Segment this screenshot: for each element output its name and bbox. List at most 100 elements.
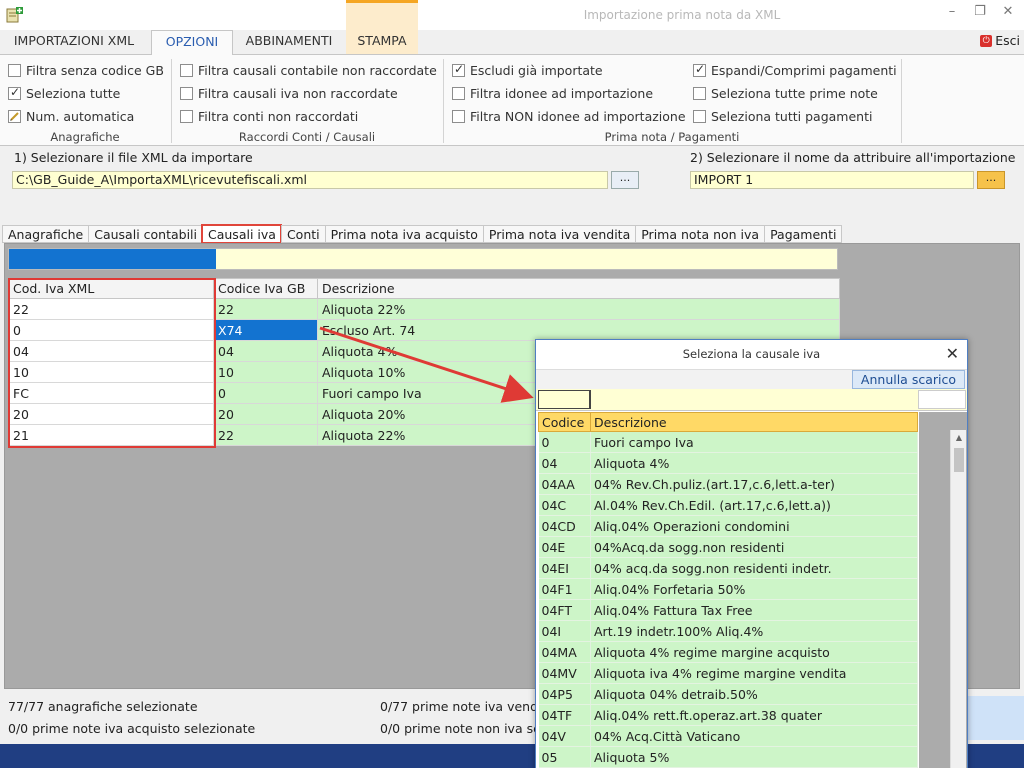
codice-cell[interactable]: 04AA — [538, 473, 591, 495]
codice-iva-gb-cell[interactable]: 22 — [213, 298, 318, 320]
codice-cell[interactable]: 04TF — [538, 704, 591, 726]
filtra-idonee-checkbox[interactable]: Filtra idonee ad importazione — [452, 86, 653, 101]
descrizione-cell[interactable]: Art.19 indetr.100% Aliq.4% — [590, 620, 918, 642]
tab-abbinamenti[interactable]: ABBINAMENTI — [240, 30, 338, 54]
list-item[interactable]: 04MV Aliquota iva 4% regime margine vendi… — [538, 662, 918, 684]
descrizione-cell[interactable]: Fuori campo Iva — [590, 431, 918, 453]
list-item[interactable]: 05 Aliquota 5% — [538, 746, 918, 768]
list-item[interactable]: 04 Aliquota 4% — [538, 452, 918, 474]
list-item[interactable]: 04F1 Aliq.04% Forfetaria 50% — [538, 578, 918, 600]
descrizione-cell[interactable]: Aliq.04% Fattura Tax Free — [590, 599, 918, 621]
annulla-scarico-button[interactable]: Annulla scarico — [851, 370, 965, 389]
descrizione-cell[interactable]: Aliquota 04% detraib.50% — [590, 683, 918, 705]
restore-button[interactable]: ❐ — [970, 4, 990, 22]
filtra-causali-iva-checkbox[interactable]: Filtra causali iva non raccordate — [180, 86, 398, 101]
num-automatica-checkbox[interactable]: Num. automatica — [8, 109, 134, 124]
list-item[interactable]: 0 Fuori campo Iva — [538, 431, 918, 453]
descrizione-cell[interactable]: 04% acq.da sogg.non residenti indetr. — [590, 557, 918, 579]
column-header[interactable]: Codice — [538, 412, 591, 432]
column-header[interactable]: Codice Iva GB — [213, 278, 318, 299]
seleziona-tutti-pagamenti-checkbox[interactable]: Seleziona tutti pagamenti — [693, 109, 872, 124]
tab-prima-nota-non-iva[interactable]: Prima nota non iva — [635, 225, 765, 243]
espandi-comprimi-checkbox[interactable]: Espandi/Comprimi pagamenti — [693, 62, 897, 78]
descrizione-cell[interactable]: Aliquota 4% regime margine acquisto — [590, 641, 918, 663]
tab-causali-contabili[interactable]: Causali contabili — [88, 225, 202, 243]
codice-cell[interactable]: 04V — [538, 725, 591, 747]
list-item[interactable]: 04EI 04% acq.da sogg.non residenti indetr… — [538, 557, 918, 579]
descrizione-cell[interactable]: 04%Acq.da sogg.non residenti — [590, 536, 918, 558]
file-xml-field[interactable]: C:\GB_Guide_A\ImportaXML\ricevutefiscali… — [12, 171, 608, 189]
descrizione-cell[interactable]: Aliq.04% Operazioni condomini — [590, 515, 918, 537]
codice-cell[interactable]: 04CD — [538, 515, 591, 537]
close-icon[interactable]: ✕ — [946, 344, 959, 363]
codice-cell[interactable]: 04EI — [538, 557, 591, 579]
filtra-conti-checkbox[interactable]: Filtra conti non raccordati — [180, 109, 358, 124]
cod-iva-xml-cell[interactable]: 10 — [8, 361, 214, 383]
codice-cell[interactable]: 04 — [538, 452, 591, 474]
cod-iva-xml-cell[interactable]: 04 — [8, 340, 214, 362]
table-row[interactable]: 22 22 Aliquota 22% — [8, 298, 840, 320]
codice-cell[interactable]: 04FT — [538, 599, 591, 621]
seleziona-tutte-prime-note-checkbox[interactable]: Seleziona tutte prime note — [693, 86, 878, 101]
list-item[interactable]: 04CD Aliq.04% Operazioni condomini — [538, 515, 918, 537]
seleziona-tutte-checkbox[interactable]: Seleziona tutte — [8, 85, 120, 101]
descrizione-cell[interactable]: Aliquota 22% — [317, 298, 840, 320]
table-row[interactable]: 0 X74 Escluso Art. 74 — [8, 319, 840, 341]
filter-codice-input[interactable] — [538, 390, 590, 409]
codice-iva-gb-cell[interactable]: 22 — [213, 424, 318, 446]
minimize-button[interactable]: – — [942, 4, 962, 22]
list-item[interactable]: 04AA 04% Rev.Ch.puliz.(art.17,c.6,lett.a-… — [538, 473, 918, 495]
filtra-non-idonee-checkbox[interactable]: Filtra NON idonee ad importazione — [452, 109, 686, 124]
codice-cell[interactable]: 0 — [538, 431, 591, 453]
codice-iva-gb-cell[interactable]: 04 — [213, 340, 318, 362]
cod-iva-xml-cell[interactable]: 0 — [8, 319, 214, 341]
codice-cell[interactable]: 04E — [538, 536, 591, 558]
browse-import-name-button[interactable]: ... — [977, 171, 1005, 189]
codice-cell[interactable]: 04F1 — [538, 578, 591, 600]
tab-causali-iva[interactable]: Causali iva — [201, 224, 282, 244]
tab-pagamenti[interactable]: Pagamenti — [764, 225, 843, 243]
codice-iva-gb-cell[interactable]: X74 — [213, 319, 318, 341]
filtra-senza-codice-gb-checkbox[interactable]: Filtra senza codice GB — [8, 63, 164, 78]
filter-descrizione-input[interactable] — [590, 390, 918, 409]
descrizione-cell[interactable]: 04% Acq.Città Vaticano — [590, 725, 918, 747]
tab-conti[interactable]: Conti — [280, 225, 325, 243]
descrizione-cell[interactable]: 04% Rev.Ch.puliz.(art.17,c.6,lett.a-ter) — [590, 473, 918, 495]
import-name-field[interactable]: IMPORT 1 — [690, 171, 974, 189]
codice-iva-gb-cell[interactable]: 10 — [213, 361, 318, 383]
column-header[interactable]: Descrizione — [590, 412, 918, 432]
cod-iva-xml-cell[interactable]: FC — [8, 382, 214, 404]
list-item[interactable]: 04V 04% Acq.Città Vaticano — [538, 725, 918, 747]
descrizione-cell[interactable]: Escluso Art. 74 — [317, 319, 840, 341]
descrizione-cell[interactable]: Aliquota iva 4% regime margine vendita — [590, 662, 918, 684]
escludi-gia-importate-checkbox[interactable]: Escludi già importate — [452, 62, 603, 78]
codice-cell[interactable]: 04I — [538, 620, 591, 642]
descrizione-cell[interactable]: Aliq.04% rett.ft.operaz.art.38 quater — [590, 704, 918, 726]
list-item[interactable]: 04E 04%Acq.da sogg.non residenti — [538, 536, 918, 558]
column-header[interactable]: Descrizione — [317, 278, 840, 299]
close-window-button[interactable]: ✕ — [998, 4, 1018, 22]
list-item[interactable]: 04P5 Aliquota 04% detraib.50% — [538, 683, 918, 705]
tab-prima-nota-iva-acquisto[interactable]: Prima nota iva acquisto — [324, 225, 483, 243]
descrizione-cell[interactable]: Aliquota 5% — [590, 746, 918, 768]
tab-importazioni-xml[interactable]: IMPORTAZIONI XML — [6, 30, 142, 54]
list-item[interactable]: 04TF Aliq.04% rett.ft.operaz.art.38 quate… — [538, 704, 918, 726]
list-item[interactable]: 04MA Aliquota 4% regime margine acquisto — [538, 641, 918, 663]
descrizione-cell[interactable]: Aliq.04% Forfetaria 50% — [590, 578, 918, 600]
cod-iva-xml-cell[interactable]: 22 — [8, 298, 214, 320]
filtra-causali-contabile-checkbox[interactable]: Filtra causali contabile non raccordate — [180, 63, 437, 78]
list-item[interactable]: 04FT Aliq.04% Fattura Tax Free — [538, 599, 918, 621]
browse-file-button[interactable]: ... — [611, 171, 639, 189]
codice-cell[interactable]: 04MV — [538, 662, 591, 684]
esci-button[interactable]: ⏻ Esci — [980, 33, 1020, 48]
cod-iva-xml-cell[interactable]: 20 — [8, 403, 214, 425]
descrizione-cell[interactable]: Al.04% Rev.Ch.Edil. (art.17,c.6,lett.a)) — [590, 494, 918, 516]
cod-iva-xml-cell[interactable]: 21 — [8, 424, 214, 446]
codice-cell[interactable]: 04MA — [538, 641, 591, 663]
codice-cell[interactable]: 04C — [538, 494, 591, 516]
tab-anagrafiche[interactable]: Anagrafiche — [2, 225, 89, 243]
list-item[interactable]: 04I Art.19 indetr.100% Aliq.4% — [538, 620, 918, 642]
codice-cell[interactable]: 05 — [538, 746, 591, 768]
codice-cell[interactable]: 04P5 — [538, 683, 591, 705]
descrizione-cell[interactable]: Aliquota 4% — [590, 452, 918, 474]
